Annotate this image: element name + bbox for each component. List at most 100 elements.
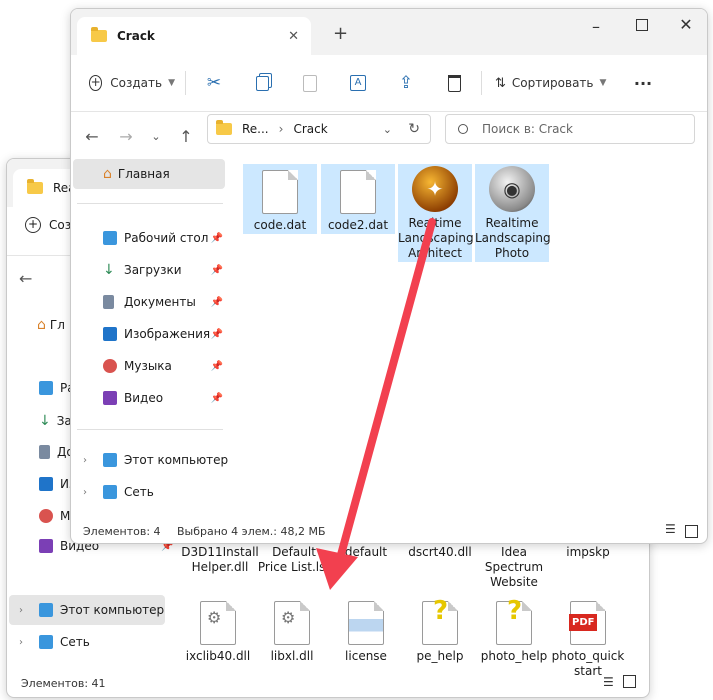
details-view-icon[interactable]: ☰ (603, 675, 614, 689)
folder-icon (91, 27, 107, 42)
close-window-button[interactable]: ✕ (671, 15, 701, 34)
new-tab-button[interactable]: + (333, 23, 348, 44)
back-sidebar-item-this-pc[interactable]: › Этот компьютер (9, 595, 165, 625)
sidebar-item-music[interactable]: Музыка 📌 (71, 351, 229, 381)
file-item[interactable]: D3D11InstallHelper.dll (181, 545, 259, 575)
trash-icon (447, 74, 461, 92)
sidebar-item-network[interactable]: › Сеть (71, 477, 229, 507)
sort-button[interactable]: ⇅ Сортировать ▼ (495, 55, 611, 111)
dll-icon: ⚙ (274, 601, 310, 645)
compass-app-icon: ✦ (412, 166, 458, 212)
sidebar-item-home[interactable]: ⌂ Главная (73, 159, 225, 189)
file-item[interactable]: license (329, 595, 403, 664)
maximize-button[interactable] (627, 19, 657, 31)
home-icon: ⌂ (37, 317, 46, 333)
back-sidebar-item-downloads[interactable]: ↓ За (39, 413, 72, 429)
file-item[interactable]: code2.dat (321, 164, 395, 234)
sidebar-item-downloads[interactable]: ↓ Загрузки 📌 (71, 255, 229, 285)
sidebar-item-desktop[interactable]: Рабочий стол 📌 (71, 223, 229, 253)
pin-icon: 📌 (210, 328, 223, 340)
address-dropdown-icon[interactable]: ⌄ (383, 123, 392, 136)
sidebar-item-pictures[interactable]: Изображения 📌 (71, 319, 229, 349)
file-item[interactable]: code.dat (243, 164, 317, 234)
front-explorer-window: Crack ✕ + – ✕ + Создать ▼ ✂ A ⇪ ⇅ Сортир… (70, 8, 708, 544)
video-icon (39, 539, 53, 553)
sort-icon: ⇅ (495, 75, 506, 91)
file-item[interactable]: ⚙ ixclib40.dll (181, 595, 255, 664)
pin-icon: 📌 (210, 360, 223, 372)
tiles-view-icon[interactable] (685, 525, 698, 538)
computer-icon (103, 453, 117, 467)
cut-button[interactable]: ✂ (199, 55, 229, 111)
up-button[interactable]: ↑ (171, 113, 201, 159)
chevron-right-icon: › (19, 636, 23, 648)
camera-app-icon: ◉ (489, 166, 535, 212)
file-item[interactable]: ⚙ libxl.dll (255, 595, 329, 664)
forward-button[interactable]: → (111, 113, 141, 159)
back-sidebar-item-network[interactable]: › Сеть (9, 627, 165, 657)
refresh-icon[interactable]: ↻ (408, 121, 420, 137)
plus-circle-icon: + (89, 75, 103, 91)
file-item[interactable]: ? photo_help (477, 595, 551, 664)
download-icon: ↓ (39, 413, 51, 429)
file-item[interactable]: default (329, 545, 403, 560)
status-item-count: Элементов: 4 (83, 525, 161, 538)
delete-button[interactable] (439, 55, 469, 111)
breadcrumb-separator-icon: › (278, 122, 284, 136)
rename-button[interactable]: A (343, 55, 373, 111)
paste-button[interactable] (295, 55, 325, 111)
download-icon: ↓ (103, 262, 115, 278)
tab-crack[interactable]: Crack ✕ (77, 17, 311, 55)
file-item[interactable]: Default Price List.lst (257, 545, 331, 575)
search-box[interactable]: Поиск в: Crack (445, 114, 695, 144)
address-bar[interactable]: Re... › Crack ⌄ ↻ (207, 114, 431, 144)
share-button[interactable]: ⇪ (391, 55, 421, 111)
back-status-count: Элементов: 41 (21, 677, 106, 690)
file-item[interactable]: ✦ Realtime Landscaping Architect (398, 164, 474, 262)
status-selection: Выбрано 4 элем.: 48,2 МБ (177, 525, 326, 538)
pdf-icon: PDF (569, 601, 606, 645)
sidebar-item-video[interactable]: Видео 📌 (71, 383, 229, 413)
chevron-right-icon: › (83, 454, 87, 466)
dll-icon: ⚙ (200, 601, 236, 645)
sidebar-item-documents[interactable]: Документы 📌 (71, 287, 229, 317)
create-button[interactable]: + Создать ▼ (89, 55, 175, 111)
file-item[interactable]: impskp (551, 545, 625, 560)
breadcrumb-segment[interactable]: Crack (293, 122, 327, 136)
toolbar-divider (481, 71, 482, 95)
help-icon: ? (422, 598, 458, 645)
file-item[interactable]: ◉ Realtime Landscaping Photo (475, 164, 551, 262)
minimize-button[interactable]: – (581, 17, 611, 36)
desktop-icon (103, 231, 117, 245)
back-sidebar-item-documents[interactable]: До (39, 445, 74, 459)
back-sidebar-item-home[interactable]: ⌂ Гл (37, 317, 65, 333)
sidebar-divider (77, 429, 223, 430)
network-icon (103, 485, 117, 499)
folder-icon (216, 120, 232, 135)
chevron-right-icon: › (19, 604, 23, 616)
file-item[interactable]: PDF photo_quickstart (551, 595, 625, 679)
back-button[interactable]: ← (77, 113, 107, 159)
recent-locations-button[interactable]: ⌄ (141, 113, 171, 159)
file-item[interactable]: Idea Spectrum Website (477, 545, 551, 590)
toolbar-divider (185, 71, 186, 95)
details-view-icon[interactable]: ☰ (665, 522, 676, 536)
copy-button[interactable] (247, 55, 277, 111)
clipboard-icon (303, 74, 317, 92)
breadcrumb-segment[interactable]: Re... (242, 122, 269, 136)
command-bar: + Создать ▼ ✂ A ⇪ ⇅ Сортировать ▼ ··· (71, 55, 707, 112)
sidebar-item-this-pc[interactable]: › Этот компьютер (71, 445, 229, 475)
file-icon (262, 170, 298, 214)
back-back-button[interactable]: ← (19, 269, 32, 288)
file-item[interactable]: dscrt40.dll (403, 545, 477, 560)
network-icon (39, 635, 53, 649)
pin-icon: 📌 (210, 264, 223, 276)
more-options-button[interactable]: ··· (625, 55, 661, 111)
pictures-icon (103, 327, 117, 341)
computer-icon (39, 603, 53, 617)
pictures-icon (39, 477, 53, 491)
documents-icon (39, 445, 50, 459)
tiles-view-icon[interactable] (623, 675, 636, 688)
close-tab-icon[interactable]: ✕ (288, 29, 299, 44)
file-item[interactable]: ? pe_help (403, 595, 477, 664)
